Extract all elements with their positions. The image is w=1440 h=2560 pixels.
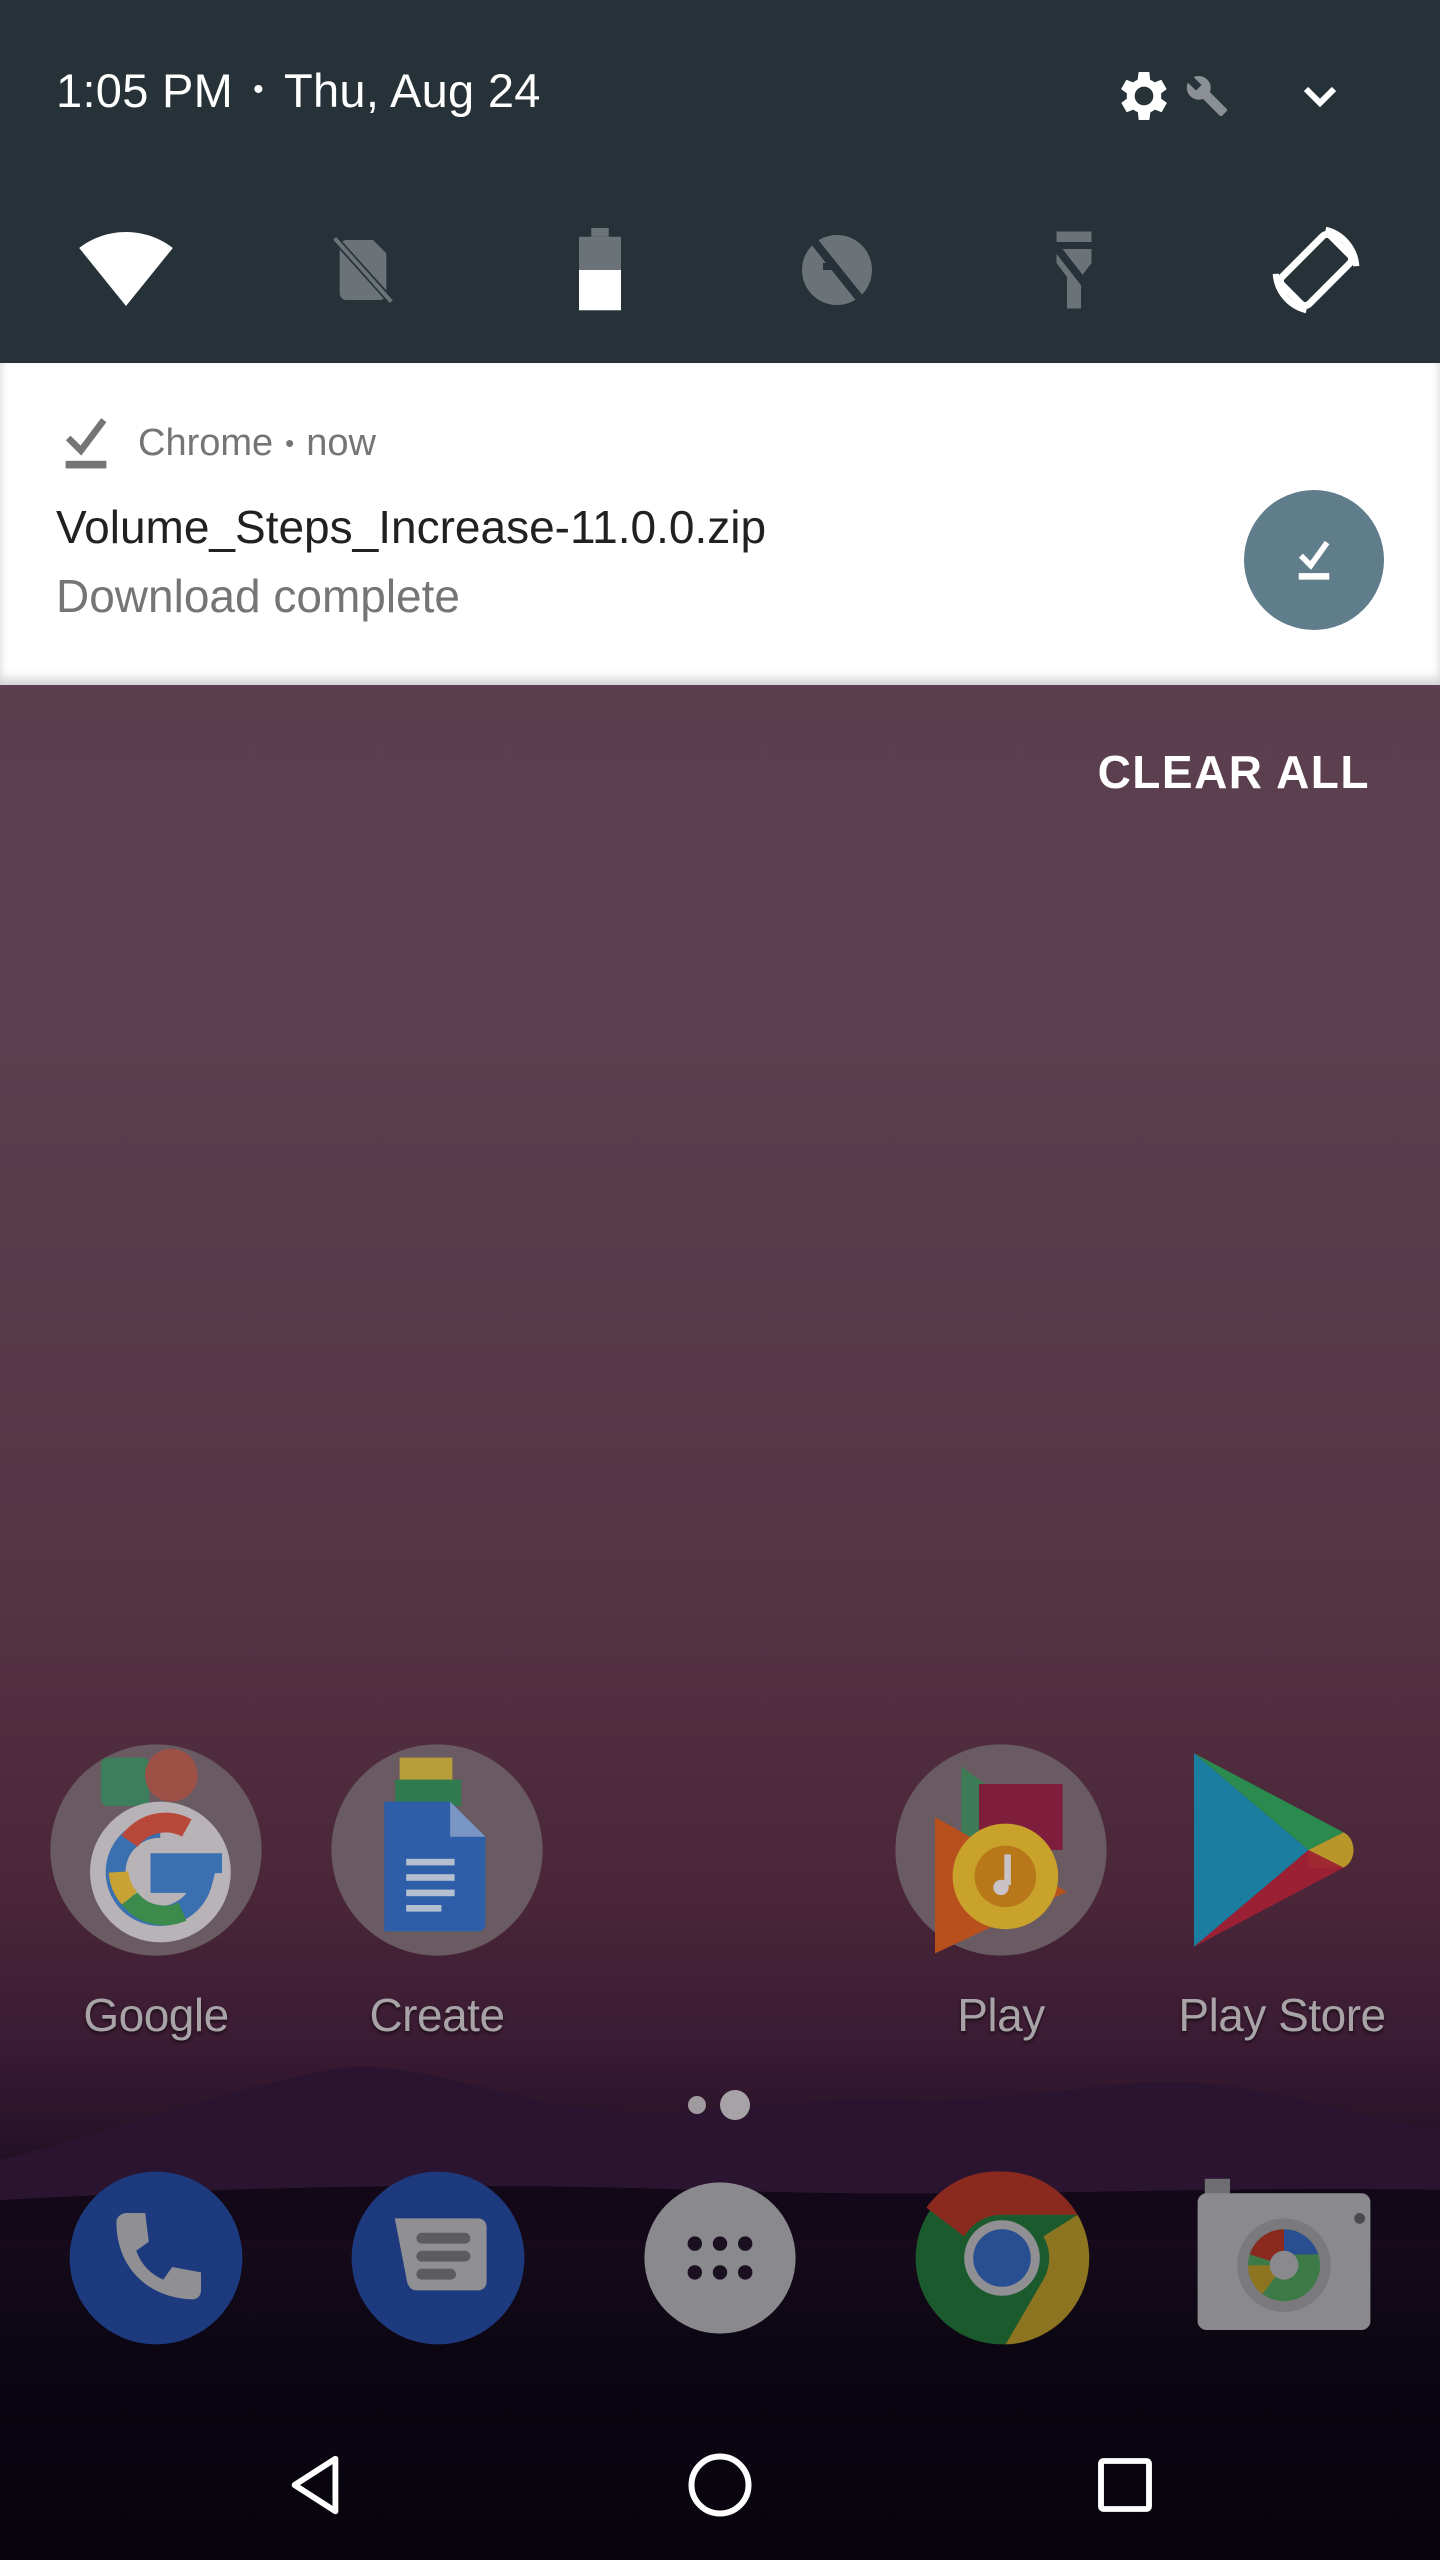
play-store-icon: [1172, 1740, 1392, 1960]
dock-phone[interactable]: [66, 2168, 246, 2348]
tile-no-sim[interactable]: [311, 218, 415, 322]
notification-app-name: Chrome: [138, 421, 274, 464]
separator-dot: •: [253, 73, 264, 106]
recents-icon: [1098, 2458, 1152, 2512]
separator-dot: •: [285, 427, 295, 458]
recents-button[interactable]: [1080, 2440, 1170, 2530]
flashlight-off-icon: [1046, 231, 1102, 309]
battery-icon: [579, 228, 621, 311]
tile-flashlight[interactable]: [1022, 218, 1126, 322]
chrome-icon: [915, 2171, 1090, 2345]
date[interactable]: Thu, Aug 24: [284, 63, 541, 118]
dock-messages[interactable]: [348, 2168, 528, 2348]
phone-icon: [69, 2171, 243, 2345]
play-folder-icon: [891, 1740, 1111, 1960]
home-icon: [688, 2453, 752, 2517]
quick-settings-shade: 1:05 PM • Thu, Aug 24: [0, 0, 1440, 363]
home-app-play[interactable]: Play: [881, 1740, 1121, 2042]
back-button[interactable]: [270, 2440, 360, 2530]
navigation-bar: [0, 2400, 1440, 2560]
dock-camera[interactable]: [1194, 2168, 1374, 2348]
google-folder-icon: [46, 1740, 266, 1960]
app-label: Google: [83, 1989, 229, 2041]
page-dot: [688, 2096, 706, 2114]
notification-subtitle: Download complete: [56, 570, 461, 622]
tile-data-saver[interactable]: [785, 218, 889, 322]
home-button[interactable]: [675, 2440, 765, 2530]
notification-header: Chrome • now: [60, 418, 376, 469]
auto-rotate-icon: [1272, 226, 1360, 314]
home-app-google[interactable]: Google: [36, 1740, 276, 2042]
open-download-button[interactable]: [1244, 490, 1384, 630]
wrench-icon[interactable]: [1185, 74, 1229, 118]
camera-icon: [1197, 2178, 1371, 2330]
notification-title: Volume_Steps_Increase-11.0.0.zip: [56, 501, 767, 553]
download-notification[interactable]: Chrome • now Volume_Steps_Increase-11.0.…: [0, 363, 1440, 685]
download-done-icon: [1298, 540, 1330, 580]
tile-auto-rotate[interactable]: [1264, 218, 1368, 322]
dock-chrome[interactable]: [912, 2168, 1092, 2348]
page-dot-active: [720, 2090, 750, 2120]
page-indicator: [688, 2090, 750, 2120]
app-drawer-icon: [644, 2182, 796, 2334]
gear-icon[interactable]: [1112, 64, 1176, 128]
clock-time: 1:05 PM: [56, 63, 234, 117]
home-app-play-store[interactable]: Play Store: [1162, 1740, 1402, 2042]
date-time: 1:05 PM • Thu, Aug 24: [56, 58, 541, 122]
notification-time: now: [306, 421, 376, 464]
create-folder-icon: [327, 1740, 547, 1960]
tile-wifi[interactable]: [74, 218, 178, 322]
app-label: Play: [957, 1989, 1045, 2041]
home-app-create[interactable]: Create: [317, 1740, 557, 2042]
app-label: Play Store: [1178, 1989, 1386, 2041]
download-done-icon: [65, 418, 107, 469]
no-sim-icon: [330, 234, 396, 306]
tile-battery[interactable]: [548, 218, 652, 322]
messages-icon: [351, 2171, 525, 2345]
back-icon: [291, 2455, 339, 2515]
data-saver-off-icon: [802, 232, 872, 308]
quick-tiles: [0, 218, 1440, 322]
wifi-icon: [79, 232, 173, 306]
app-label: Create: [369, 1989, 505, 2041]
clear-all-button[interactable]: CLEAR ALL: [1098, 745, 1370, 799]
shade-actions: [1020, 56, 1440, 136]
dock-app-drawer[interactable]: [630, 2168, 810, 2348]
chevron-down-icon[interactable]: [1292, 68, 1348, 124]
